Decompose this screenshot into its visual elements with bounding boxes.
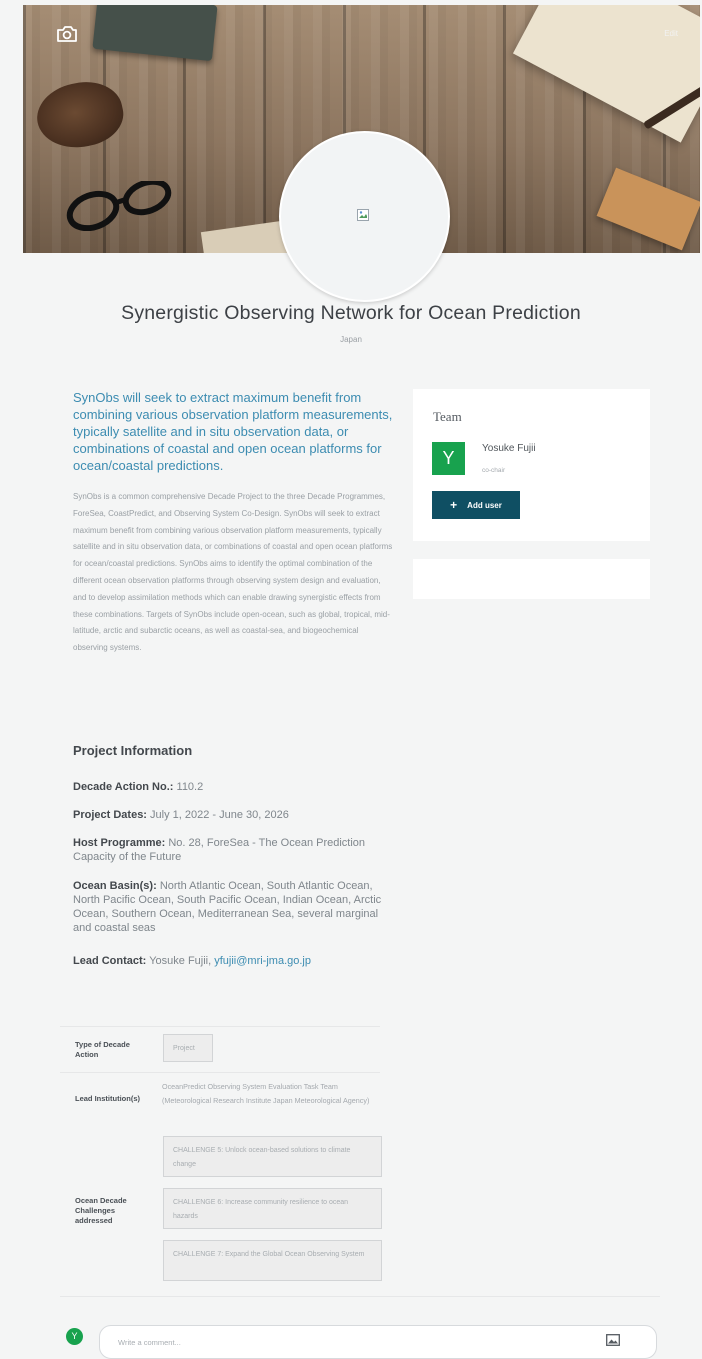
plus-icon: + <box>450 498 458 512</box>
info-contact-label: Lead Contact: <box>73 955 147 967</box>
info-host: Host Programme: No. 28, ForeSea - The Oc… <box>73 836 395 864</box>
team-card: Team Y Yosuke Fujii co-chair + Add user <box>413 389 650 541</box>
type-label: Type of Decade Action <box>75 1040 130 1059</box>
team-heading: Team <box>433 409 462 424</box>
institutions-label: Lead Institution(s) <box>75 1094 140 1103</box>
info-dates-value: July 1, 2022 - June 30, 2026 <box>150 809 289 821</box>
type-tag[interactable]: Project <box>163 1034 213 1062</box>
divider <box>60 1072 380 1073</box>
project-info-heading: Project Information <box>73 743 193 758</box>
member-name[interactable]: Yosuke Fujii <box>482 443 536 454</box>
info-contact-name: Yosuke Fujii, <box>149 955 212 967</box>
project-description: SynObs is a common comprehensive Decade … <box>73 492 393 653</box>
institutions-value: OceanPredict Observing System Evaluation… <box>162 1082 370 1105</box>
cover-glasses <box>66 181 172 231</box>
divider <box>60 1296 660 1297</box>
add-user-label: Add user <box>467 501 502 510</box>
member-avatar[interactable]: Y <box>432 442 465 475</box>
info-dates: Project Dates: July 1, 2022 - June 30, 2… <box>73 808 395 822</box>
challenges-label: Ocean Decade Challenges addressed <box>75 1196 127 1225</box>
contact-email-link[interactable]: yfujii@mri-jma.go.jp <box>214 955 311 967</box>
info-host-label: Host Programme: <box>73 837 166 849</box>
image-upload-icon[interactable] <box>606 1334 620 1346</box>
comment-avatar: Y <box>66 1328 83 1345</box>
broken-image-icon <box>357 209 369 221</box>
empty-card <box>413 559 650 599</box>
member-role: co-chair <box>482 467 506 474</box>
info-contact: Lead Contact: Yosuke Fujii, yfujii@mri-j… <box>73 954 395 968</box>
camera-icon[interactable] <box>56 25 78 43</box>
comment-input[interactable] <box>99 1325 657 1359</box>
edit-cover-link[interactable]: Edit <box>664 29 678 38</box>
challenge-tag[interactable]: CHALLENGE 6: Increase community resilien… <box>163 1188 382 1229</box>
info-dates-label: Project Dates: <box>73 809 147 821</box>
info-basins-label: Ocean Basin(s): <box>73 880 157 892</box>
info-action-no: Decade Action No.: 110.2 <box>73 780 395 794</box>
info-basins: Ocean Basin(s): North Atlantic Ocean, So… <box>73 879 395 935</box>
info-action-no-value: 110.2 <box>176 781 204 793</box>
project-country: Japan <box>340 335 362 344</box>
project-logo <box>279 131 450 302</box>
challenge-tag[interactable]: CHALLENGE 7: Expand the Global Ocean Obs… <box>163 1240 382 1281</box>
info-action-no-label: Decade Action No.: <box>73 781 174 793</box>
project-summary: SynObs will seek to extract maximum bene… <box>73 390 393 473</box>
challenge-tag[interactable]: CHALLENGE 5: Unlock ocean-based solution… <box>163 1136 382 1177</box>
divider <box>60 1026 380 1027</box>
page-title: Synergistic Observing Network for Ocean … <box>121 302 581 324</box>
add-user-button[interactable]: + Add user <box>432 491 520 519</box>
